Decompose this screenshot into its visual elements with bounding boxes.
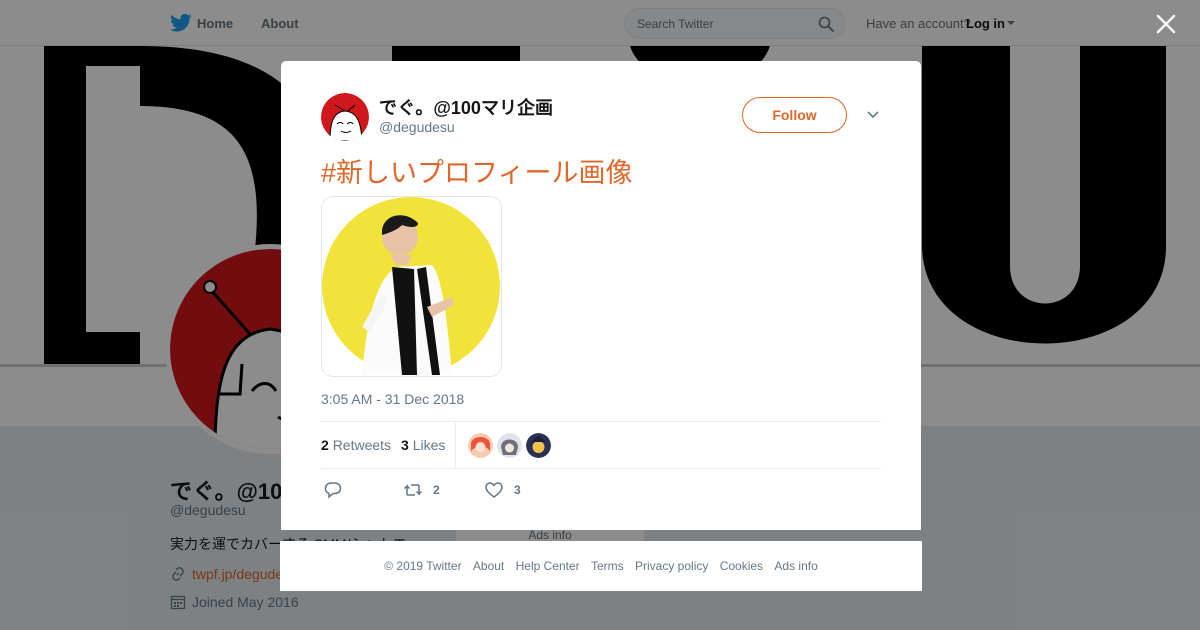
- footer-link-cookies[interactable]: Cookies: [720, 559, 763, 573]
- retweet-count: 2: [433, 483, 440, 497]
- follow-button[interactable]: Follow: [742, 97, 847, 133]
- liker-avatar-image: [526, 433, 551, 458]
- footer-link-terms[interactable]: Terms: [591, 559, 624, 573]
- chevron-down-icon[interactable]: [866, 110, 880, 120]
- footer-copyright: © 2019 Twitter: [384, 559, 462, 573]
- heart-icon: [485, 482, 503, 498]
- retweets-count: 2: [321, 437, 329, 453]
- liker-avatar-image: [468, 433, 493, 458]
- likes-label: Likes: [412, 437, 446, 453]
- footer-link-help-center[interactable]: Help Center: [516, 559, 580, 573]
- stats-divider: [455, 422, 456, 469]
- liker-avatar[interactable]: [468, 433, 493, 458]
- retweet-icon: [403, 484, 423, 496]
- tweet-hashtag-link[interactable]: #新しいプロフィール画像: [321, 151, 632, 190]
- tweet-modal: でぐ。@100マリ企画 @degudesu Follow #新しいプロフィール画…: [281, 61, 921, 530]
- tweet-stats: 2 Retweets 3 Likes: [321, 421, 881, 469]
- footer-link-ads-info[interactable]: Ads info: [774, 559, 817, 573]
- tweet-photo[interactable]: [321, 196, 502, 377]
- retweets-stat[interactable]: 2 Retweets: [321, 437, 391, 453]
- avatar-illustration-icon: [321, 93, 369, 141]
- reply-icon: [324, 482, 342, 499]
- footer-links: © 2019 Twitter About Help Center Terms P…: [280, 559, 922, 573]
- tweet-actions: 2 3: [321, 480, 881, 504]
- liker-avatar[interactable]: [497, 433, 522, 458]
- likes-stat[interactable]: 3 Likes: [401, 437, 445, 453]
- tweet-photo-image: [322, 197, 501, 376]
- retweets-label: Retweets: [332, 437, 392, 453]
- tweet-timestamp[interactable]: 3:05 AM - 31 Dec 2018: [321, 391, 464, 407]
- tweet-author-handle[interactable]: @degudesu: [379, 119, 455, 135]
- footer-link-privacy-policy[interactable]: Privacy policy: [635, 559, 708, 573]
- liker-avatar[interactable]: [526, 433, 551, 458]
- tweet-author-name[interactable]: でぐ。@100マリ企画: [379, 94, 553, 120]
- likes-count: 3: [401, 437, 409, 453]
- modal-footer: © 2019 Twitter About Help Center Terms P…: [280, 541, 922, 591]
- footer-link-about[interactable]: About: [473, 559, 504, 573]
- like-count: 3: [514, 483, 521, 497]
- close-icon[interactable]: [1154, 12, 1178, 36]
- liker-avatar-image: [497, 433, 522, 458]
- tweet-author-avatar[interactable]: [321, 93, 369, 141]
